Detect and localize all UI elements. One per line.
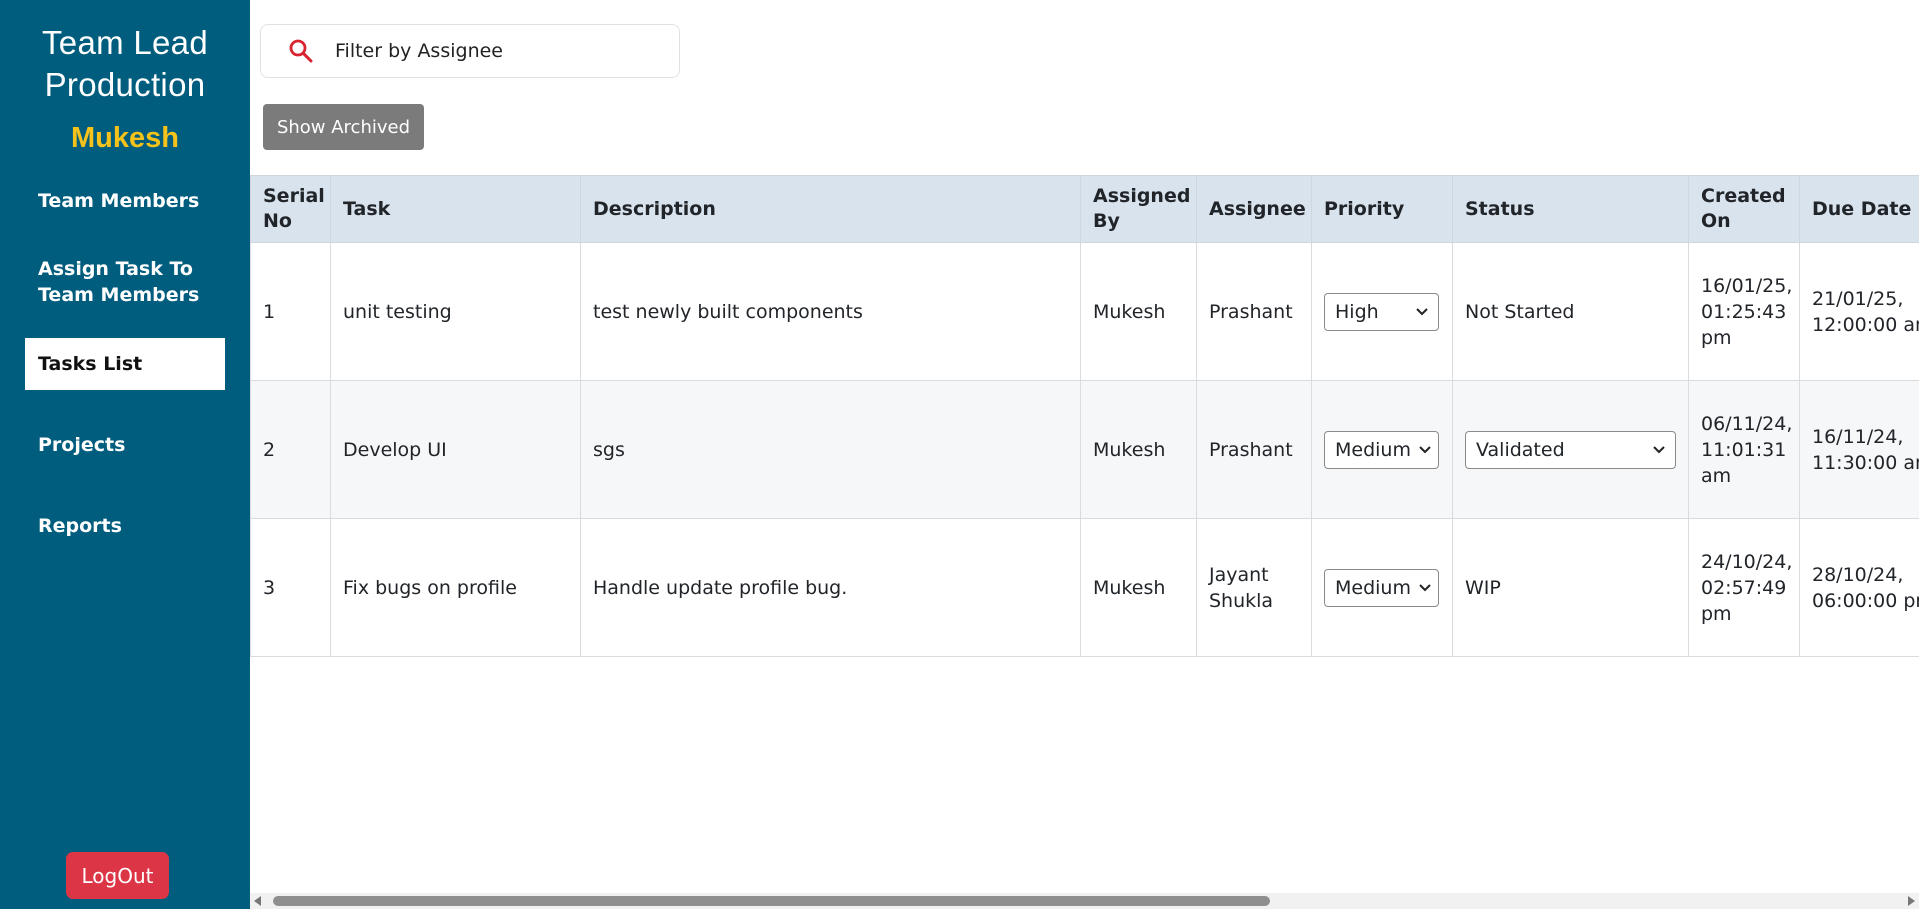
table-header-row: Serial No Task Description Assigned By A… bbox=[250, 175, 1919, 243]
tasks-table-container: Serial No Task Description Assigned By A… bbox=[250, 175, 1919, 895]
cell-assignee: Jayant Shukla bbox=[1196, 518, 1312, 657]
header-due-date[interactable]: Due Date bbox=[1799, 175, 1919, 243]
chevron-down-icon bbox=[1419, 445, 1431, 454]
header-serial-no[interactable]: Serial No bbox=[250, 175, 331, 243]
cell-created-on: 16/01/25, 01:25:43 pm bbox=[1688, 242, 1800, 381]
chevron-down-icon bbox=[1419, 583, 1431, 592]
cell-description: test newly built components bbox=[580, 242, 1081, 381]
filter-assignee-input[interactable] bbox=[333, 39, 637, 63]
scroll-right-arrow-icon[interactable] bbox=[1908, 896, 1915, 906]
tasks-table: Serial No Task Description Assigned By A… bbox=[250, 175, 1919, 657]
app-title: Team Lead Production bbox=[42, 24, 208, 103]
search-icon bbox=[287, 37, 315, 65]
sidebar-item-team-members[interactable]: Team Members bbox=[25, 188, 225, 214]
priority-select-value: Medium bbox=[1335, 438, 1411, 461]
cell-serial: 1 bbox=[250, 242, 331, 381]
header-assignee[interactable]: Assignee bbox=[1196, 175, 1312, 243]
status-select[interactable]: Validated bbox=[1465, 430, 1676, 469]
cell-due-date: 16/11/24, 11:30:00 am bbox=[1799, 380, 1919, 519]
cell-serial: 2 bbox=[250, 380, 331, 519]
cell-assigned-by: Mukesh bbox=[1080, 380, 1197, 519]
header-assigned-by[interactable]: Assigned By bbox=[1080, 175, 1197, 243]
cell-priority: High bbox=[1311, 242, 1453, 381]
header-priority[interactable]: Priority bbox=[1311, 175, 1453, 243]
cell-due-date: 21/01/25, 12:00:00 am bbox=[1799, 242, 1919, 381]
cell-status: WIP bbox=[1452, 518, 1689, 657]
cell-priority: Medium bbox=[1311, 380, 1453, 519]
table-row: 1 unit testing test newly built componen… bbox=[250, 242, 1919, 381]
sidebar-item-projects[interactable]: Projects bbox=[25, 432, 225, 458]
cell-priority: Medium bbox=[1311, 518, 1453, 657]
priority-select[interactable]: High bbox=[1324, 292, 1439, 331]
scrollbar-thumb[interactable] bbox=[273, 896, 1270, 906]
current-user-name: Mukesh bbox=[71, 122, 179, 154]
sidebar: Team Lead Production Mukesh Team Members… bbox=[0, 0, 250, 909]
cell-assignee: Prashant bbox=[1196, 242, 1312, 381]
header-task[interactable]: Task bbox=[330, 175, 581, 243]
priority-select[interactable]: Medium bbox=[1324, 430, 1439, 469]
priority-select[interactable]: Medium bbox=[1324, 568, 1439, 607]
logout-button[interactable]: LogOut bbox=[66, 852, 169, 899]
sidebar-item-tasks-list[interactable]: Tasks List bbox=[25, 338, 225, 390]
chevron-down-icon bbox=[1653, 445, 1665, 454]
cell-serial: 3 bbox=[250, 518, 331, 657]
cell-created-on: 24/10/24, 02:57:49 pm bbox=[1688, 518, 1800, 657]
sidebar-item-assign-task[interactable]: Assign Task To Team Members bbox=[25, 256, 225, 308]
cell-assigned-by: Mukesh bbox=[1080, 518, 1197, 657]
cell-assigned-by: Mukesh bbox=[1080, 242, 1197, 381]
cell-created-on: 06/11/24, 11:01:31 am bbox=[1688, 380, 1800, 519]
cell-task: unit testing bbox=[330, 242, 581, 381]
priority-select-value: High bbox=[1335, 300, 1379, 323]
cell-description: Handle update profile bug. bbox=[580, 518, 1081, 657]
table-row: 3 Fix bugs on profile Handle update prof… bbox=[250, 518, 1919, 657]
cell-task: Fix bugs on profile bbox=[330, 518, 581, 657]
cell-status: Not Started bbox=[1452, 242, 1689, 381]
status-select-value: Validated bbox=[1476, 438, 1565, 461]
horizontal-scrollbar[interactable] bbox=[250, 893, 1919, 909]
header-status[interactable]: Status bbox=[1452, 175, 1689, 243]
sidebar-item-reports[interactable]: Reports bbox=[25, 513, 225, 539]
show-archived-button[interactable]: Show Archived bbox=[263, 104, 424, 150]
cell-status: Validated bbox=[1452, 380, 1689, 519]
cell-description: sgs bbox=[580, 380, 1081, 519]
filter-box bbox=[260, 24, 680, 78]
cell-task: Develop UI bbox=[330, 380, 581, 519]
table-row: 2 Develop UI sgs Mukesh Prashant Medium bbox=[250, 380, 1919, 519]
header-description[interactable]: Description bbox=[580, 175, 1081, 243]
header-created-on[interactable]: Created On bbox=[1688, 175, 1800, 243]
chevron-down-icon bbox=[1416, 307, 1428, 316]
app: Team Lead Production Mukesh Team Members… bbox=[0, 0, 1919, 909]
cell-due-date: 28/10/24, 06:00:00 pm bbox=[1799, 518, 1919, 657]
scroll-left-arrow-icon[interactable] bbox=[254, 896, 261, 906]
priority-select-value: Medium bbox=[1335, 576, 1411, 599]
cell-assignee: Prashant bbox=[1196, 380, 1312, 519]
